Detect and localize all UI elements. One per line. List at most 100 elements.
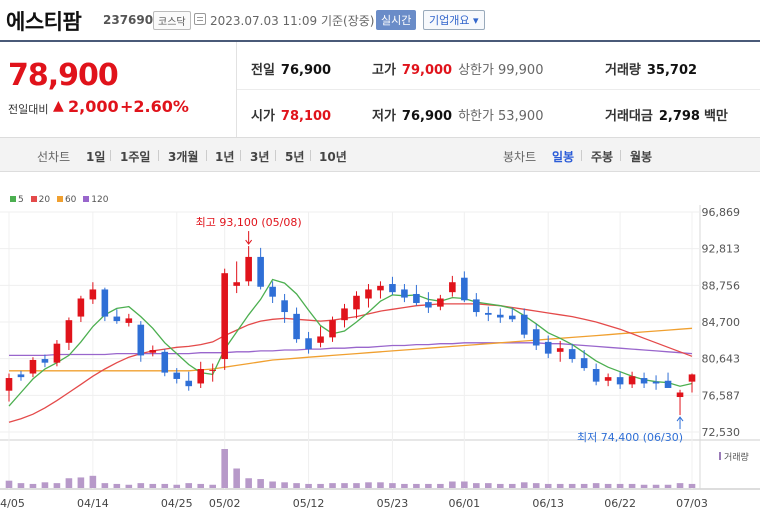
candle-body <box>173 372 181 379</box>
volume-bar <box>125 484 133 488</box>
x-tick-label: 07/03 <box>676 497 708 510</box>
volume-bar <box>209 484 216 488</box>
volume-bar <box>437 483 444 488</box>
candle-body <box>461 277 468 301</box>
x-tick-label: 05/23 <box>377 497 409 510</box>
y-tick-label: 72,530 <box>702 426 741 439</box>
volume-bar <box>281 482 288 488</box>
volume-bar <box>449 481 456 488</box>
candle-body <box>496 314 504 318</box>
candle-body <box>652 381 660 384</box>
x-tick-label: 04/05 <box>0 497 25 510</box>
ma5-line <box>8 278 693 407</box>
volume-bar <box>173 484 181 488</box>
candle-body <box>449 282 456 293</box>
volume-bar <box>317 483 324 488</box>
candle-body <box>437 298 444 307</box>
volume-bar <box>461 481 468 488</box>
x-tick-label: 04/14 <box>77 497 109 510</box>
candle-body <box>257 256 264 287</box>
candle-body <box>329 320 336 338</box>
volume-bar <box>508 483 516 488</box>
candle-body <box>520 314 528 335</box>
candle-body <box>676 392 684 398</box>
volume-bar <box>269 481 276 488</box>
volume-bar <box>652 484 660 488</box>
volume-bar <box>17 483 25 488</box>
volume-bar <box>425 483 432 488</box>
volume-bar <box>149 483 157 488</box>
candle-body <box>341 308 348 321</box>
candle-body <box>365 289 372 299</box>
candle-body <box>485 312 492 315</box>
x-tick-label: 06/22 <box>604 497 636 510</box>
y-tick-label: 96,869 <box>702 206 741 219</box>
high-annotation: 최고 93,100 (05/08) <box>196 216 302 229</box>
candle-body <box>580 358 588 369</box>
candle-body <box>688 374 696 382</box>
candle-body <box>53 343 61 363</box>
volume-bar <box>29 483 37 488</box>
candle-body <box>604 377 612 381</box>
y-tick-label: 88,756 <box>702 279 741 292</box>
candle-body <box>269 286 276 297</box>
volume-bar <box>113 483 121 488</box>
candlestick-chart[interactable]: 96,869 92,813 88,756 84,700 80,643 76,587 72,5… <box>0 0 760 521</box>
candle-body <box>89 289 97 300</box>
y-tick-label: 80,643 <box>702 353 741 366</box>
candle-body <box>640 378 648 384</box>
candle-body <box>473 299 480 313</box>
volume-bar <box>185 483 193 488</box>
volume-bar <box>401 483 408 488</box>
volume-bar <box>568 483 576 488</box>
volume-bar <box>341 483 348 488</box>
volume-bar <box>544 483 552 488</box>
candle-body <box>77 298 85 317</box>
candle-body <box>425 302 432 308</box>
volume-bar <box>245 478 252 488</box>
x-tick-label: 05/02 <box>209 497 241 510</box>
candle-body <box>353 295 360 310</box>
volume-bar <box>616 483 624 488</box>
volume-bar <box>233 468 240 488</box>
volume-bar <box>676 483 684 488</box>
candle-body <box>532 329 540 346</box>
candle-body <box>281 300 288 313</box>
low-annotation: 최저 74,400 (06/30) <box>577 431 683 444</box>
volume-bar <box>580 483 588 488</box>
candle-body <box>616 377 624 385</box>
candle-body <box>17 374 25 378</box>
candle-body <box>233 282 240 286</box>
candle-body <box>508 315 516 320</box>
volume-bar <box>556 483 564 488</box>
volume-bar <box>413 483 420 488</box>
volume-bar <box>197 483 205 488</box>
candle-body <box>5 378 13 391</box>
candle-body <box>149 350 157 353</box>
volume-bar <box>161 483 169 488</box>
volume-bar <box>496 483 504 488</box>
x-tick-label: 04/25 <box>161 497 193 510</box>
candle-body <box>125 318 133 323</box>
candle-body <box>65 320 73 343</box>
volume-bar <box>592 483 600 488</box>
volume-bar <box>5 480 13 488</box>
ma60-line <box>9 327 693 372</box>
x-tick-label: 06/01 <box>448 497 480 510</box>
volume-bar <box>305 483 312 488</box>
volume-bar <box>640 484 648 488</box>
candle-body <box>544 341 552 354</box>
candle-body <box>161 351 169 373</box>
volume-bar <box>101 483 109 488</box>
candle-body <box>317 336 324 343</box>
volume-legend-swatch <box>719 452 721 460</box>
x-tick-label: 06/13 <box>532 497 564 510</box>
candle-body <box>137 324 145 356</box>
volume-bar <box>257 479 264 488</box>
volume-bar <box>329 483 336 488</box>
candle-body <box>413 293 420 304</box>
candle-body <box>401 289 408 298</box>
candle-body <box>209 369 216 371</box>
candle-body <box>197 368 205 384</box>
volume-bar <box>377 482 384 488</box>
